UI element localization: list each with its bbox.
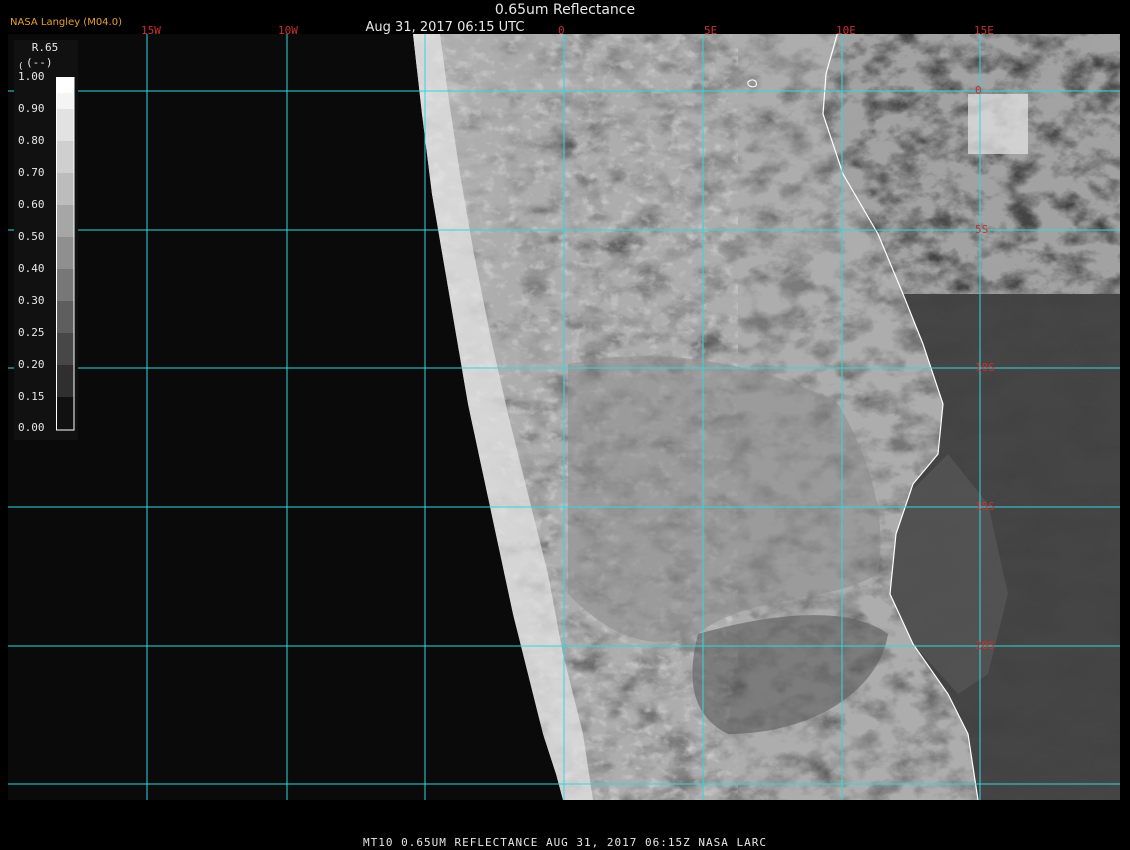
colorbar-title: R.65 bbox=[31, 41, 59, 54]
colorbar-tick: 0.30 bbox=[18, 294, 45, 307]
lat-label-15s: 15S bbox=[975, 500, 995, 513]
lat-label-20s: 20S bbox=[975, 639, 995, 652]
colorbar-unit: (--) bbox=[26, 56, 53, 69]
satellite-image bbox=[8, 34, 1120, 800]
colorbar-tick: 0.70 bbox=[18, 166, 45, 179]
lat-label-5s: 5S bbox=[975, 223, 989, 236]
colorbar-tick: 0.80 bbox=[18, 134, 45, 147]
footer-caption: MT10 0.65UM REFLECTANCE AUG 31, 2017 06:… bbox=[363, 836, 767, 849]
colorbar-scale bbox=[56, 77, 75, 431]
colorbar-tick: 0.20 bbox=[18, 358, 45, 371]
colorbar-tick: 0.15 bbox=[18, 390, 45, 403]
source-label: NASA Langley (M04.0) bbox=[10, 17, 122, 28]
colorbar-tick: 0.25 bbox=[18, 326, 45, 339]
colorbar-tick: 0.50 bbox=[18, 230, 45, 243]
colorbar-tick: 0.40 bbox=[18, 262, 45, 275]
colorbar-tick: 0.60 bbox=[18, 198, 45, 211]
lat-label-10s: 10S bbox=[975, 361, 995, 374]
image-title: 0.65um Reflectance bbox=[494, 2, 636, 18]
colorbar-tick: 1.00 bbox=[18, 70, 45, 83]
satellite-scene bbox=[8, 34, 1120, 800]
lat-label-0: 0 bbox=[975, 84, 982, 97]
colorbar-tick: 0.90 bbox=[18, 102, 45, 115]
colorbar-tick: 0.00 bbox=[18, 421, 45, 434]
